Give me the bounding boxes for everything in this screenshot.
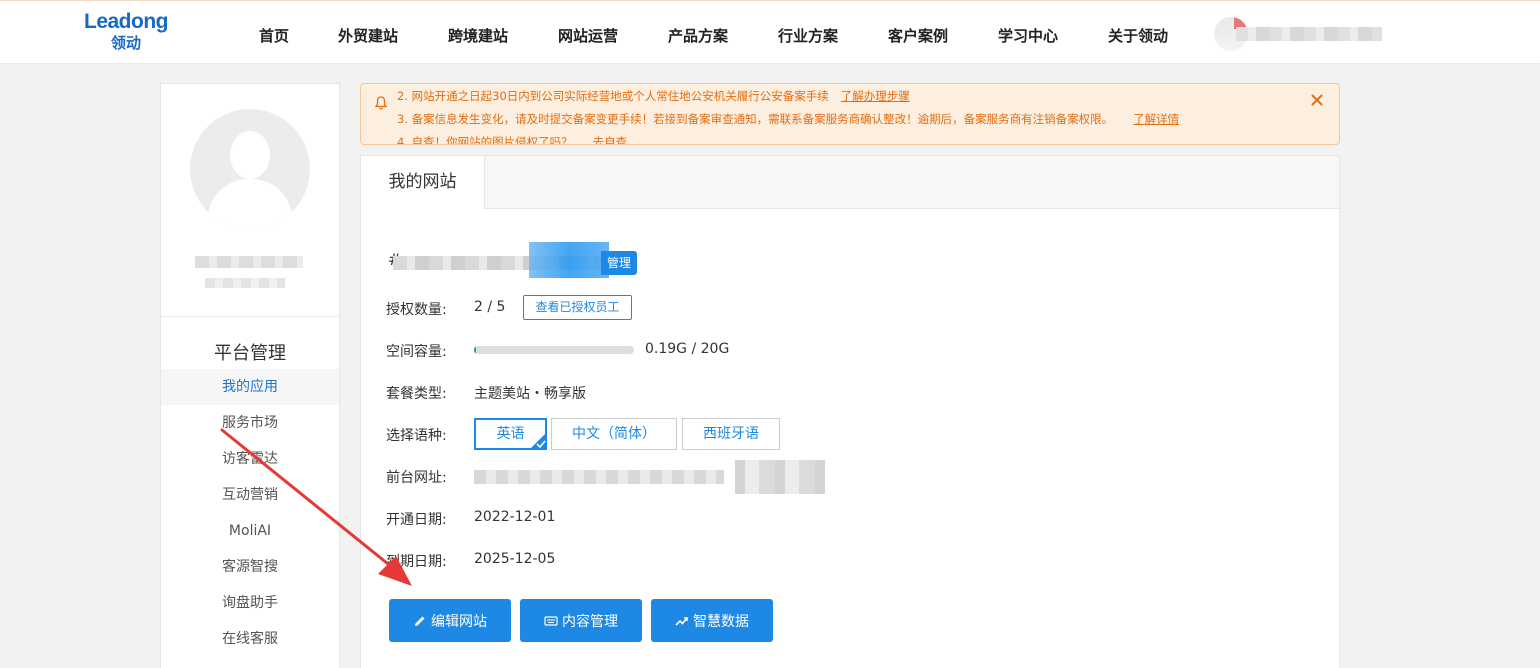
pencil-icon — [415, 616, 425, 626]
language-option-label: 英语 — [496, 426, 525, 442]
nav-item-home[interactable]: 首页 — [259, 25, 289, 46]
space-progress-bar — [474, 346, 634, 354]
open-date-value: 2022-12-01 — [474, 509, 556, 525]
profile-sub-blurred — [205, 278, 285, 288]
language-label: 选择语种: — [386, 428, 447, 444]
leadong-logo[interactable]: Leadong 领动 — [84, 9, 184, 53]
smart-data-button[interactable]: 智慧数据 — [651, 599, 773, 642]
sidebar-item-inquiry-assistant[interactable]: 询盘助手 — [161, 585, 339, 621]
sidebar-item-interactive-marketing[interactable]: 互动营销 — [161, 477, 339, 513]
content-management-label: 内容管理 — [562, 613, 618, 630]
sidebar-item-online-service[interactable]: 在线客服 — [161, 621, 339, 657]
nav-item-industry-solution[interactable]: 行业方案 — [778, 25, 838, 46]
notice-banner: 2. 网站开通之日起30日内到公司实际经营地或个人常住地公安机关履行公安备案手续… — [360, 83, 1340, 145]
nav-item-site-operation[interactable]: 网站运营 — [558, 25, 618, 46]
sidebar-item-my-apps[interactable]: 我的应用 — [161, 369, 339, 405]
notice-line-3: 3. 备案信息发生变化，请及时提交备案变更手续！若接到备案审查通知，需联系备案服… — [397, 111, 1179, 127]
language-option-english[interactable]: 英语 — [474, 418, 547, 450]
trend-up-icon — [675, 616, 688, 626]
language-option-label: 西班牙语 — [703, 426, 759, 442]
profile-name-blurred — [195, 256, 303, 268]
nav-item-about[interactable]: 关于领动 — [1108, 25, 1168, 46]
space-usage-text: 0.19G / 20G — [645, 341, 730, 357]
front-url-label: 前台网址: — [386, 470, 447, 486]
sidebar-item-moliai[interactable]: MoliAI — [161, 513, 339, 549]
top-header: Leadong 领动 首页 外贸建站 跨境建站 网站运营 产品方案 行业方案 客… — [0, 0, 1540, 63]
notice-line-4: 4. 自查！你网站的图片侵权了吗？ 去自查 — [397, 134, 628, 145]
view-authorized-staff-button[interactable]: 查看已授权员工 — [523, 295, 632, 320]
notice-line-2: 2. 网站开通之日起30日内到公司实际经营地或个人常住地公安机关履行公安备案手续… — [397, 88, 910, 104]
auth-count-value: 2 / 5 — [474, 299, 506, 315]
smart-data-label: 智慧数据 — [693, 613, 749, 630]
tab-strip: 我的网站 — [361, 156, 1339, 210]
bell-icon — [374, 96, 388, 110]
logo-text-cn: 领动 — [111, 34, 142, 52]
space-progress-fill — [474, 346, 476, 354]
manage-badge[interactable]: 管理 — [601, 251, 638, 275]
sidebar-title: 平台管理 — [214, 343, 286, 364]
close-icon[interactable] — [1309, 92, 1325, 108]
auth-count-label: 授权数量: — [386, 302, 447, 318]
notice-link-procedure[interactable]: 了解办理步骤 — [841, 89, 910, 103]
my-website-panel: 我的网站 # 管理 授权数量: 2 / 5 查看已授权员工 空间容量: 0.19… — [360, 155, 1340, 668]
nav-item-foreign-trade-site[interactable]: 外贸建站 — [338, 25, 398, 46]
sidebar-divider — [161, 316, 339, 317]
language-option-spanish[interactable]: 西班牙语 — [682, 418, 780, 450]
content-management-button[interactable]: 内容管理 — [520, 599, 642, 642]
selected-check-icon — [529, 432, 547, 450]
notice-text-4: 4. 自查！你网站的图片侵权了吗？ — [397, 135, 573, 145]
edit-website-button[interactable]: 编辑网站 — [389, 599, 511, 642]
notice-link-self-check[interactable]: 去自查 — [593, 135, 628, 144]
expire-date-value: 2025-12-05 — [474, 551, 556, 567]
nav-item-cross-border-site[interactable]: 跨境建站 — [448, 25, 508, 46]
front-url-blurred[interactable] — [474, 470, 724, 484]
sidebar-item-service-market[interactable]: 服务市场 — [161, 405, 339, 441]
sidebar-item-visitor-radar[interactable]: 访客雷达 — [161, 441, 339, 477]
plan-value: 主题美站・畅享版 — [474, 386, 586, 402]
nav-item-customer-cases[interactable]: 客户案例 — [888, 25, 948, 46]
expire-date-label: 到期日期: — [386, 554, 447, 570]
tab-my-website[interactable]: 我的网站 — [361, 156, 485, 210]
sidebar: 平台管理 我的应用 服务市场 访客雷达 互动营销 MoliAI 客源智搜 询盘助… — [160, 83, 340, 668]
profile-avatar — [190, 109, 310, 229]
notice-text-3: 3. 备案信息发生变化，请及时提交备案变更手续！若接到备案审查通知，需联系备案服… — [397, 112, 1114, 126]
plan-label: 套餐类型: — [386, 386, 447, 402]
language-option-label: 中文（简体） — [572, 426, 656, 442]
user-name-blurred — [1236, 27, 1382, 41]
front-url-blurred-2 — [735, 460, 825, 494]
space-label: 空间容量: — [386, 344, 447, 360]
language-option-chinese[interactable]: 中文（简体） — [551, 418, 677, 450]
site-id-blurred — [529, 242, 609, 278]
keyboard-icon — [544, 615, 558, 626]
nav-item-learning-center[interactable]: 学习中心 — [998, 25, 1058, 46]
user-menu[interactable] — [1214, 11, 1384, 51]
logo-text-en: Leadong — [84, 10, 169, 33]
edit-website-label: 编辑网站 — [431, 613, 487, 630]
notice-text-2: 2. 网站开通之日起30日内到公司实际经营地或个人常住地公安机关履行公安备案手续 — [397, 89, 829, 103]
open-date-label: 开通日期: — [386, 512, 447, 528]
sidebar-item-lead-search[interactable]: 客源智搜 — [161, 549, 339, 585]
nav-item-product-solution[interactable]: 产品方案 — [668, 25, 728, 46]
notice-link-details[interactable]: 了解详情 — [1133, 112, 1179, 126]
